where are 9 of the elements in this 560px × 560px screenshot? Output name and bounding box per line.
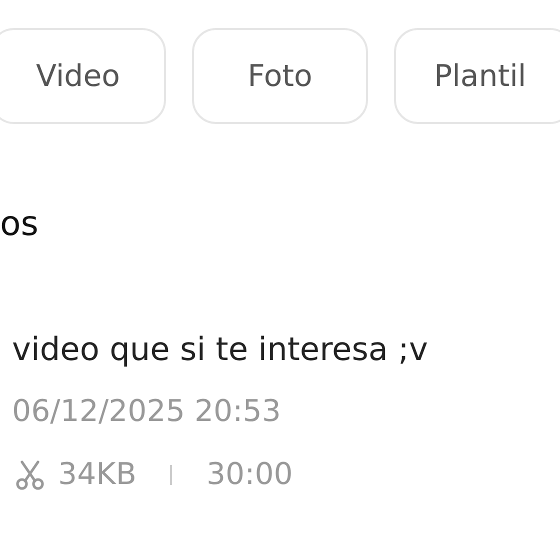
scissors-icon	[14, 458, 46, 490]
duration: 30:00	[206, 457, 293, 492]
filter-tab[interactable]: Video	[0, 28, 166, 124]
section-title: os	[0, 204, 39, 244]
filter-tab[interactable]: Foto	[192, 28, 368, 124]
filter-tab[interactable]: Plantil	[394, 28, 560, 124]
item-title: video que si te interesa ;v	[12, 330, 428, 368]
file-size: 34KB	[58, 457, 136, 492]
item-date: 06/12/2025 20:53	[12, 394, 281, 429]
